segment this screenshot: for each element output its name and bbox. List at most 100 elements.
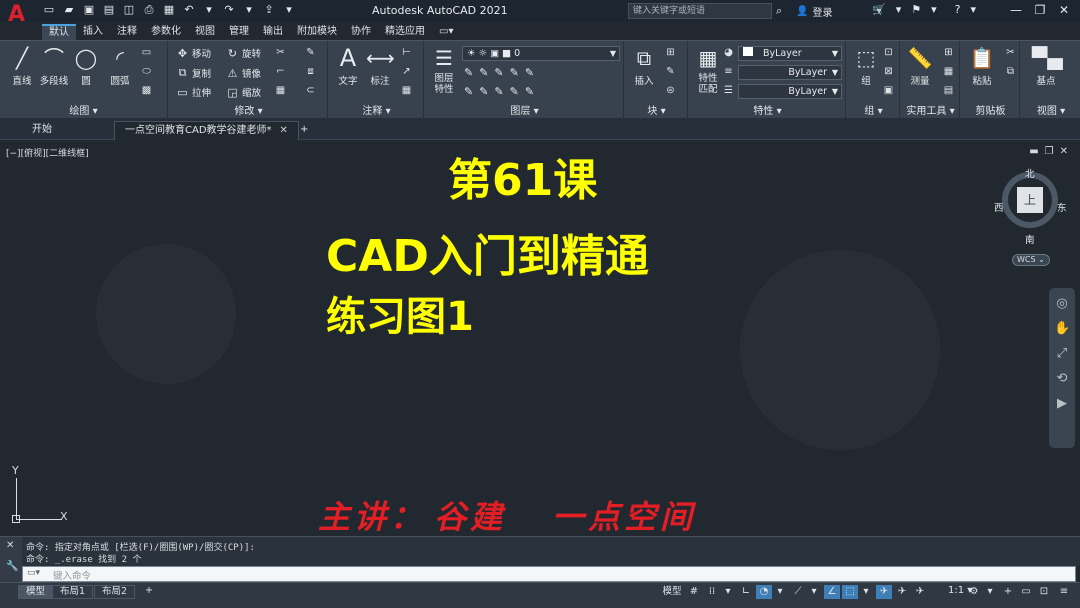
viewport-label[interactable]: [−][俯视][二维线框] (6, 146, 89, 159)
mirror-button[interactable]: ⚠ 镜像 (226, 66, 261, 81)
model-space-toggle[interactable]: 模型 (660, 585, 684, 599)
stay-connected-icon[interactable]: ⚑ (911, 3, 921, 16)
search-input[interactable]: 键入关键字或短语 (628, 3, 772, 19)
grid-icon[interactable]: # (686, 585, 702, 599)
create-block-icon[interactable]: ⊞ (664, 47, 677, 59)
stay-connected-dropdown-icon[interactable]: ▾ (931, 3, 937, 16)
compass-west[interactable]: 西 (994, 200, 1004, 214)
edit-attributes-icon[interactable]: ⊜ (664, 85, 677, 97)
array-icon[interactable]: ▦ (274, 85, 287, 97)
tab-layout1[interactable]: 布局1 (52, 585, 94, 599)
workspace-dropdown-icon[interactable]: ▾ (982, 585, 998, 599)
customize-qat-icon[interactable]: ▾ (282, 3, 296, 17)
viewport-restore-icon[interactable]: ❐ (1045, 146, 1054, 157)
modify-panel-label[interactable]: 修改 ▾ (170, 102, 327, 117)
tab-home[interactable]: 默认 (42, 24, 76, 40)
erase-icon[interactable]: ✎ (304, 47, 317, 59)
hatch-icon[interactable]: ▩ (140, 85, 153, 97)
command-prompt-icon[interactable]: ▭▾ (27, 568, 40, 578)
tab-annotate[interactable]: 注释 (110, 24, 144, 40)
object-snap-icon[interactable]: ⬚ (842, 585, 858, 599)
match-properties-button[interactable]: ▦ 特性 匹配 (690, 45, 726, 95)
tab-insert[interactable]: 插入 (76, 24, 110, 40)
layer-tools-row1-icons[interactable]: ✎✎✎✎✎ (464, 66, 540, 79)
move-button[interactable]: ✥ 移动 (176, 46, 211, 61)
group-button[interactable]: ⬚ 组 (848, 45, 884, 87)
calculator-icon[interactable]: ▤ (942, 85, 955, 97)
annotation-scale-icon[interactable]: ✈ (912, 585, 928, 599)
edit-block-icon[interactable]: ✎ (664, 66, 677, 78)
command-input[interactable]: ▭▾ 键入命令 (22, 566, 1076, 582)
new-tab-button[interactable]: + (290, 121, 318, 140)
ungroup-icon[interactable]: ⊡ (882, 47, 895, 59)
redo-icon[interactable]: ↷ (222, 3, 236, 17)
store-dropdown-icon[interactable]: ▾ (896, 3, 902, 16)
viewport-close-icon[interactable]: ✕ (1060, 146, 1068, 157)
ellipse-icon[interactable]: ⬭ (140, 66, 153, 78)
color-dropdown[interactable]: ByLayer ▼ (738, 46, 842, 61)
insert-block-button[interactable]: ⧉ 插入 (626, 45, 662, 87)
undo-dropdown-icon[interactable]: ▾ (202, 3, 216, 17)
plot-icon[interactable]: ▦ (162, 3, 176, 17)
base-point-button[interactable]: ▀▄ 基点 (1028, 45, 1064, 87)
close-command-icon[interactable]: ✕ (6, 540, 18, 551)
tab-addins[interactable]: 附加模块 (290, 24, 344, 40)
clean-screen-icon[interactable]: ⊡ (1036, 585, 1052, 599)
object-snap-dropdown-icon[interactable]: ▾ (858, 585, 874, 599)
close-tab-icon[interactable]: ✕ (280, 125, 288, 136)
tab-featured-apps[interactable]: 精选应用 (378, 24, 432, 40)
customize-status-bar-icon[interactable]: ≡ (1056, 585, 1072, 599)
isodraft-dropdown-icon[interactable]: ▾ (806, 585, 822, 599)
tab-start[interactable]: 开始 (22, 121, 62, 140)
help-dropdown-icon[interactable]: ▾ (970, 3, 976, 16)
block-panel-label[interactable]: 块 ▾ (626, 102, 687, 117)
measure-button[interactable]: 📏 测量 (902, 45, 938, 87)
lineweight-dropdown[interactable]: ByLayer ▼ (738, 65, 842, 80)
close-icon[interactable]: ✕ (1056, 3, 1072, 17)
select-all-icon[interactable]: ▦ (942, 66, 955, 78)
copy-button[interactable]: ⧉ 复制 (176, 66, 211, 80)
explode-icon[interactable]: ⧈ (304, 66, 317, 78)
minimize-icon[interactable]: — (1008, 3, 1024, 17)
linetype-dropdown[interactable]: ByLayer ▼ (738, 84, 842, 99)
object-snap-tracking-icon[interactable]: ∠ (824, 585, 840, 599)
trim-icon[interactable]: ✂ (274, 47, 287, 59)
zoom-extents-icon[interactable]: ⤢ (1054, 346, 1070, 361)
search-icon[interactable]: ⌕ (776, 4, 782, 18)
ortho-icon[interactable]: ∟ (738, 585, 754, 599)
ribbon-toggle-icon[interactable]: ▭▾ (432, 24, 460, 40)
showmotion-icon[interactable]: ▶ (1054, 396, 1070, 411)
layer-properties-button[interactable]: ☰ 图层 特性 (426, 45, 462, 95)
annotation-panel-label[interactable]: 注释 ▾ (330, 102, 423, 117)
clipboard-panel-label[interactable]: 剪贴板 (962, 102, 1019, 117)
wcs-dropdown[interactable]: WCS ⌄ (1012, 254, 1050, 266)
polar-icon[interactable]: ◔ (756, 585, 772, 599)
layer-tools-row2-icons[interactable]: ✎✎✎✎✎ (464, 85, 540, 98)
autocad-logo-icon[interactable]: A (8, 2, 32, 34)
tab-collaborate[interactable]: 协作 (344, 24, 378, 40)
view-panel-label[interactable]: 视图 ▾ (1022, 102, 1080, 117)
compass-south[interactable]: 南 (1025, 232, 1035, 246)
help-icon[interactable]: ? (955, 3, 961, 16)
annotation-visibility-icon[interactable]: ✈ (876, 585, 892, 599)
stretch-button[interactable]: ▭ 拉伸 (176, 85, 211, 100)
save-as-icon[interactable]: ▤ (102, 3, 116, 17)
line-button[interactable]: ╱ 直线 (4, 45, 40, 87)
workspace-gear-icon[interactable]: ⚙ (966, 585, 982, 599)
circle-button[interactable]: ◯ 圆 (68, 45, 104, 87)
rotate-button[interactable]: ↻ 旋转 (226, 46, 261, 61)
tab-manage[interactable]: 管理 (222, 24, 256, 40)
copy-clip-icon[interactable]: ⧉ (1004, 66, 1017, 78)
scale-button[interactable]: ◲ 缩放 (226, 85, 261, 100)
share-icon[interactable]: ⇪ (262, 3, 276, 17)
dimension-button[interactable]: ⟷ 标注 (362, 45, 398, 87)
table-icon[interactable]: ▦ (400, 85, 413, 97)
annotation-monitor-icon[interactable]: + (1000, 585, 1016, 599)
login-button[interactable]: 👤 登录 ▾ (796, 4, 881, 19)
restore-icon[interactable]: ❐ (1032, 3, 1048, 17)
fillet-icon[interactable]: ⌐ (274, 66, 287, 78)
viewport-minimize-icon[interactable]: ▬ (1029, 146, 1038, 157)
leader-icon[interactable]: ↗ (400, 66, 413, 78)
save-icon[interactable]: ▣ (82, 3, 96, 17)
customize-wrench-icon[interactable]: 🔧 (6, 561, 18, 572)
